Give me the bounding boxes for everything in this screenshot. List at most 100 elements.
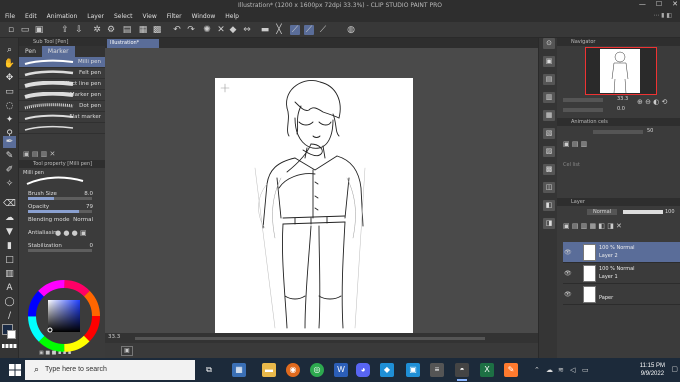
info-icon[interactable]: ▤	[543, 74, 555, 85]
menu-animation[interactable]: Animation	[47, 13, 78, 20]
export-icon[interactable]: ⇩	[74, 25, 84, 35]
menu-file[interactable]: File	[5, 13, 15, 20]
excel-icon[interactable]: X	[480, 363, 494, 377]
zoom-readout[interactable]: 33.3	[108, 334, 120, 340]
layer-icon[interactable]: ▤	[122, 25, 132, 35]
layer-opacity-slider[interactable]	[623, 210, 663, 214]
menu-help[interactable]: Help	[225, 13, 239, 20]
navigator-toggle-icon[interactable]: ⊙	[543, 38, 555, 49]
word-icon[interactable]: W	[334, 363, 348, 377]
rotation-slider[interactable]	[563, 108, 603, 112]
deselect-icon[interactable]: ✕	[216, 25, 226, 35]
blend-tool-icon[interactable]: ☁	[3, 212, 16, 224]
save-icon[interactable]: ▣	[34, 25, 44, 35]
layer-blend-select[interactable]: Normal	[587, 209, 618, 215]
visibility-eye-icon[interactable]: 👁	[564, 249, 572, 256]
snap-grid-icon[interactable]: ⟋	[318, 25, 328, 35]
canvas-options-icon[interactable]: ▣	[121, 346, 133, 356]
color-wheel-icon[interactable]: ◍	[346, 25, 356, 35]
antialiasing-options-icon[interactable]: ● ● ● ▣	[55, 229, 87, 237]
color-wheel[interactable]	[19, 278, 105, 358]
brush-item[interactable]: Effect line pen	[19, 79, 105, 90]
blue-app-icon[interactable]: ◆	[380, 363, 394, 377]
ruler-icon[interactable]: ▬	[260, 25, 270, 35]
firefox-icon[interactable]: ◉	[286, 363, 300, 377]
task-view-icon[interactable]: ⧉	[202, 363, 216, 377]
eraser-tool-icon[interactable]: ⌫	[3, 198, 16, 210]
minimize-button[interactable]: —	[639, 0, 646, 8]
animation-value[interactable]: 50	[647, 128, 653, 134]
stack-app-icon[interactable]: ≡	[430, 363, 444, 377]
frame-tool-icon[interactable]: ▥	[3, 268, 16, 280]
brush-item[interactable]: Flat marker	[19, 112, 105, 123]
file-explorer-icon[interactable]: ▬	[262, 363, 276, 377]
menu-filter[interactable]: Filter	[167, 13, 182, 20]
menu-window[interactable]: Window	[192, 13, 216, 20]
property-row[interactable]: Blending mode Normal	[19, 214, 105, 227]
menu-options-icon[interactable]: ⋯ ▮ ◧	[653, 12, 672, 19]
navigator-rotation[interactable]: 0.0	[617, 106, 625, 112]
brush-item[interactable]	[19, 123, 105, 134]
brush-item[interactable]: Dot pen	[19, 101, 105, 112]
snap-ruler-icon[interactable]: ⟋	[290, 25, 300, 35]
item-bank-icon[interactable]: ◧	[543, 200, 555, 211]
visibility-eye-icon[interactable]: 👁	[564, 270, 572, 277]
timeline-icon[interactable]: ◨	[543, 218, 555, 229]
transform-icon[interactable]: ⇔	[242, 25, 252, 35]
text-tool-icon[interactable]: A	[3, 282, 16, 294]
tab-marker[interactable]: Marker	[41, 46, 75, 57]
layer-row[interactable]: 👁 100 % Normal Layer 2	[563, 242, 680, 263]
pencil-tool-icon[interactable]: ✎	[3, 150, 16, 162]
line-tool-icon[interactable]: ∕	[3, 310, 16, 322]
windows-start-icon[interactable]	[9, 364, 21, 376]
quick-access-icon[interactable]: ◫	[543, 182, 555, 193]
chrome-icon[interactable]: ◎	[310, 363, 324, 377]
undo-icon[interactable]: ↶	[172, 25, 182, 35]
property-row[interactable]: Brush Size 8.0	[19, 188, 105, 201]
property-row[interactable]: Stabilization 0	[19, 240, 105, 253]
menu-edit[interactable]: Edit	[25, 13, 37, 20]
discord-icon[interactable]: ◕	[356, 363, 370, 377]
grid-icon[interactable]: ▦	[138, 25, 148, 35]
clipboard-app-icon[interactable]: ▣	[406, 363, 420, 377]
search-layer-icon[interactable]: ▨	[543, 146, 555, 157]
blending-mode-select[interactable]: Normal	[73, 217, 93, 223]
zoom-tool-icon[interactable]: ⌕	[3, 44, 16, 56]
keyboard-icon[interactable]: ▭	[582, 366, 589, 374]
brush-tool-icon[interactable]: ✐	[3, 164, 16, 176]
layer-opacity-value[interactable]: 100	[665, 209, 675, 215]
widgets-icon[interactable]: ▦	[232, 363, 246, 377]
brush-item[interactable]: Milli pen	[19, 57, 105, 68]
color-icon[interactable]: ▩	[152, 25, 162, 35]
auto-select-icon[interactable]: ✦	[3, 114, 16, 126]
layer-row[interactable]: 👁 100 % Normal Layer 1	[563, 263, 680, 284]
fill-tool-icon[interactable]: ▼	[3, 226, 16, 238]
layer-tools-icon[interactable]: ▣ ▤ ▥ ▦ ◧ ◨ ✕	[563, 222, 622, 230]
visibility-eye-icon[interactable]: 👁	[564, 291, 572, 298]
animation-slider[interactable]	[593, 130, 643, 134]
volume-icon[interactable]: ◁	[570, 366, 575, 374]
snap-special-ruler-icon[interactable]: ⟋	[304, 25, 314, 35]
material-icon[interactable]: ▧	[543, 128, 555, 139]
subtool-footer-icons[interactable]: ▣ ▤ ▥ ✕	[23, 150, 55, 158]
close-button[interactable]: ✕	[672, 0, 678, 8]
gradient-tool-icon[interactable]: ▮	[3, 240, 16, 252]
balloon-tool-icon[interactable]: ◯	[3, 296, 16, 308]
brush-item[interactable]: Felt pen	[19, 68, 105, 79]
new-file-icon[interactable]: ▫	[6, 25, 16, 35]
tools-icon[interactable]: ⚙	[106, 25, 116, 35]
move-tool-icon[interactable]: ✥	[3, 72, 16, 84]
navigator-preview[interactable]	[585, 47, 657, 95]
pen-tool-icon[interactable]: ✒	[3, 136, 16, 148]
navigator-tools-icon[interactable]: ⊕ ⊖ ◐ ⟲	[637, 98, 667, 106]
settings-icon[interactable]: ✲	[92, 25, 102, 35]
horizontal-scrollbar[interactable]	[135, 337, 485, 340]
select-all-icon[interactable]: ✺	[202, 25, 212, 35]
menu-view[interactable]: View	[143, 13, 157, 20]
taskbar-clock[interactable]: 11:15 PM 9/9/2022	[640, 362, 665, 378]
tab-pen[interactable]: Pen	[19, 46, 42, 57]
cel-tools-icon[interactable]: ▣ ▤ ▥	[563, 140, 587, 148]
zoom-slider[interactable]	[563, 98, 603, 102]
lasso-tool-icon[interactable]: ◌	[3, 100, 16, 112]
layer-property-icon[interactable]: ▩	[543, 164, 555, 175]
